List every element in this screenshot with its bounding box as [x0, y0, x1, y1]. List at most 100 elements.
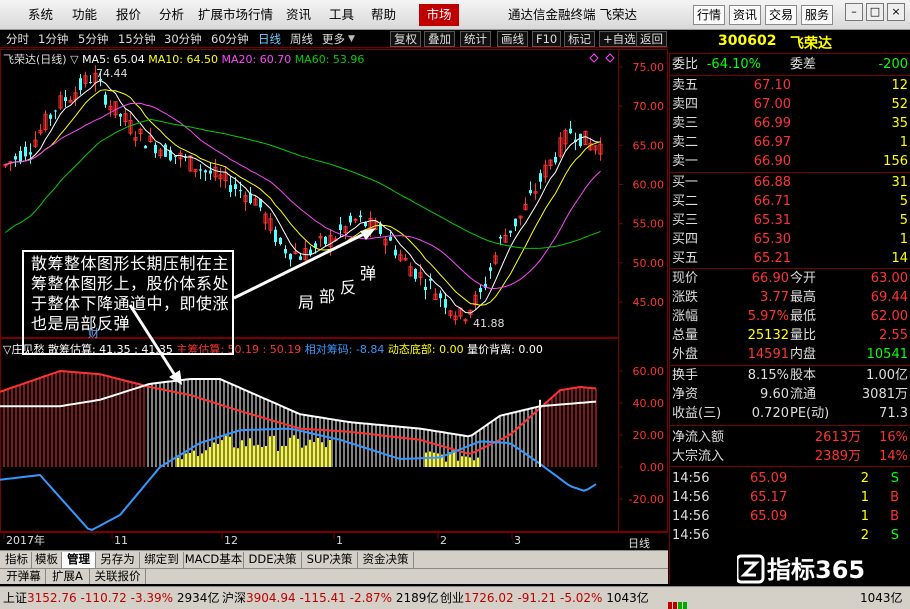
sell-label: 卖三	[672, 116, 699, 131]
flow-pct: 16%	[879, 430, 908, 445]
fund-value: 71.3	[879, 406, 908, 421]
secondary-tab-0[interactable]: 开弹幕	[2, 569, 46, 584]
menu-tools[interactable]: 工具	[329, 6, 354, 24]
menu-quote[interactable]: 报价	[116, 6, 141, 24]
tab-2[interactable]: 管理	[62, 552, 96, 568]
fund-label: 股本	[790, 368, 817, 383]
tab-8[interactable]: 资金决策	[358, 552, 414, 568]
quote-value: 25132	[747, 328, 789, 343]
menu-help[interactable]: 帮助	[371, 6, 396, 24]
ma-legend-item: MA5: 65.04	[82, 53, 149, 66]
index-hs[interactable]: 沪深3904.94 -115.41 -2.87% 2189亿	[222, 587, 438, 609]
tab-5[interactable]: MACD基本	[184, 552, 244, 568]
price-tick-label: 55.00	[633, 218, 665, 231]
menu-info[interactable]: 资讯	[286, 6, 311, 24]
menu-market[interactable]: 市场	[419, 4, 459, 26]
sell-volume: 52	[891, 97, 908, 112]
sell-row: 卖二 66.97 1	[670, 133, 910, 152]
period-60min[interactable]: 60分钟	[211, 31, 249, 47]
quote-label: 外盘	[672, 347, 699, 362]
tab-7[interactable]: SUP决策	[302, 552, 358, 568]
button-overlay[interactable]: 叠加	[424, 31, 455, 47]
button-info[interactable]: 资讯	[729, 5, 761, 25]
secondary-tab-2[interactable]: 关联报价	[90, 569, 146, 584]
tab-3[interactable]: 另存为	[96, 552, 140, 568]
candle-body	[353, 218, 358, 221]
button-market[interactable]: 行情	[693, 5, 725, 25]
fund-row: 收益(三) 0.720 PE(动) 71.3	[670, 404, 910, 423]
tab-1[interactable]: 模板	[32, 552, 62, 568]
kline-chart[interactable]: 75.00 70.00 65.00 60.00 55.00 50.00 45.00 60.0…	[0, 49, 668, 550]
period-1min[interactable]: 1分钟	[38, 31, 68, 47]
button-back[interactable]: 返回	[636, 31, 667, 47]
button-service[interactable]: 服务	[801, 5, 833, 25]
menu-extended-market[interactable]: 扩展市场行情	[198, 6, 273, 24]
fund-value: 3081万	[861, 387, 908, 402]
minimize-icon[interactable]: –	[845, 3, 863, 21]
index-sh[interactable]: 上证3152.76 -110.72 -3.39% 2934亿	[3, 587, 219, 609]
button-f10[interactable]: F10	[532, 31, 562, 47]
menu-analysis[interactable]: 分析	[159, 6, 184, 24]
period-5min[interactable]: 5分钟	[78, 31, 108, 47]
status-bar: 上证3152.76 -110.72 -3.39% 2934亿 沪深3904.94…	[0, 586, 910, 609]
date-label: 12	[224, 534, 238, 546]
period-30min[interactable]: 30分钟	[164, 31, 202, 47]
period-daily[interactable]: 日线	[258, 31, 281, 47]
fund-label: 换手	[672, 368, 699, 383]
buy-label: 买四	[672, 232, 699, 247]
button-fuquan[interactable]: 复权	[390, 31, 421, 47]
button-trade[interactable]: 交易	[765, 5, 797, 25]
date-label: 11	[114, 534, 128, 546]
tick-row: 14:56 65.09 2 S	[670, 469, 910, 488]
candle-body	[229, 185, 232, 192]
quote-row: 涨幅 5.97% 最低 62.00	[670, 307, 910, 326]
menu-bar: 系统 功能 报价 分析 扩展市场行情 资讯 工具 帮助 市场 通达信金融终端 飞…	[0, 0, 910, 30]
close-icon[interactable]: ×	[887, 3, 905, 21]
fund-label: 净资	[672, 387, 699, 402]
index-cy[interactable]: 创业1726.02 -91.21 -5.02% 1043亿	[440, 587, 649, 609]
candle-body	[234, 184, 237, 190]
candle-body	[289, 253, 292, 260]
chart-legend: 飞荣达(日线) ▽ MA5: 65.04 MA10: 64.50 MA20: 6…	[3, 51, 364, 67]
stock-name: 飞荣达	[790, 36, 832, 52]
indicator-tabs: 指标 模板 管理 另存为 绑定到 MACD基本 DDE决策 SUP决策 资金决策	[0, 550, 668, 568]
buy-price: 65.21	[753, 251, 791, 266]
index-price: 3904.94	[246, 591, 296, 605]
period-tick[interactable]: 分时	[6, 31, 29, 47]
tick-direction: S	[890, 471, 899, 486]
indicator-tick-label: 40.00	[633, 397, 665, 410]
tick-volume: 2	[860, 471, 869, 486]
secondary-tab-1[interactable]: 扩展A	[46, 569, 90, 584]
tick-time: 14:56	[672, 528, 710, 543]
price-tick-label: 75.00	[633, 61, 665, 74]
indicator-frame	[0, 338, 619, 532]
ma-legend-item: MA20: 60.70	[221, 53, 295, 66]
menu-function[interactable]: 功能	[72, 6, 97, 24]
button-mark[interactable]: 标记	[564, 31, 595, 47]
buy-volume: 14	[891, 251, 908, 266]
tab-6[interactable]: DDE决策	[244, 552, 302, 568]
candle-body	[104, 94, 107, 105]
period-15min[interactable]: 15分钟	[118, 31, 156, 47]
sell-row: 卖一 66.90 156	[670, 152, 910, 171]
button-add-favorite[interactable]: +自选	[599, 31, 640, 47]
button-stats[interactable]: 统计	[460, 31, 491, 47]
button-draw[interactable]: 画线	[497, 31, 528, 47]
index-change: -91.21	[517, 591, 557, 605]
filter-icon[interactable]: ▽	[70, 53, 82, 66]
period-more[interactable]: 更多	[322, 31, 345, 47]
period-weekly[interactable]: 周线	[290, 31, 313, 47]
menu-system[interactable]: 系统	[28, 6, 53, 24]
buy-label: 买三	[672, 213, 699, 228]
candle-body	[339, 224, 342, 231]
sell-row: 卖五 67.10 12	[670, 76, 910, 95]
chevron-down-icon[interactable]: ▼	[348, 31, 355, 47]
tab-4[interactable]: 绑定到	[140, 552, 184, 568]
tab-0[interactable]: 指标	[2, 552, 32, 568]
weicha-value: -200	[878, 57, 908, 72]
weibi-row: 委比 -64.10% 委差 -200	[670, 55, 910, 74]
maximize-icon[interactable]: □	[866, 3, 884, 21]
sell-row: 卖四 67.00 52	[670, 95, 910, 114]
indicator-legend-item: 相对筹码: -8.84	[304, 343, 388, 356]
chart-title: 飞荣达(日线)	[3, 53, 67, 66]
